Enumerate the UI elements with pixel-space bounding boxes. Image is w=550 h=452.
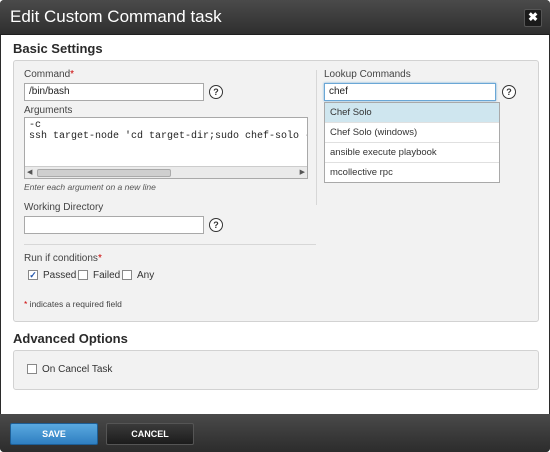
arguments-horizontal-scrollbar[interactable]: ◀ ▶ (25, 166, 307, 178)
checkmark-icon: ✓ (29, 270, 37, 280)
lookup-results-dropdown: Chef Solo Chef Solo (windows) ansible ex… (324, 102, 500, 183)
on-cancel-task-label: On Cancel Task (42, 364, 113, 375)
command-label: Command* (24, 69, 75, 80)
scroll-right-icon[interactable]: ▶ (300, 168, 305, 176)
any-label: Any (137, 270, 155, 281)
run-if-label: Run if conditions* (24, 253, 102, 264)
lookup-commands-label: Lookup Commands (324, 69, 411, 80)
on-cancel-task-checkbox[interactable] (27, 364, 37, 374)
edit-task-dialog: Edit Custom Command task ✖ Basic Setting… (0, 0, 550, 452)
arguments-label: Arguments (24, 105, 73, 116)
help-icon[interactable]: ? (209, 85, 223, 99)
lookup-query: chef (329, 86, 348, 97)
working-directory-input[interactable] (24, 216, 204, 234)
working-directory-label: Working Directory (24, 202, 104, 213)
failed-checkbox[interactable] (78, 270, 88, 280)
save-button[interactable]: SAVE (10, 423, 98, 445)
dialog-footer: SAVE CANCEL (0, 414, 550, 452)
close-icon[interactable]: ✖ (524, 9, 542, 27)
passed-label: Passed (43, 270, 77, 281)
arguments-hint: Enter each argument on a new line (24, 182, 156, 192)
dialog-title-bar: Edit Custom Command task ✖ (0, 0, 550, 35)
dialog-title: Edit Custom Command task (10, 7, 222, 26)
section-divider (24, 244, 316, 245)
advanced-options-heading: Advanced Options (13, 331, 128, 346)
passed-checkbox[interactable]: ✓ (28, 270, 38, 280)
help-icon[interactable]: ? (209, 218, 223, 232)
arguments-text: -c ssh target-node 'cd target-dir;sudo c… (29, 120, 307, 142)
required-field-note: * indicates a required field (24, 299, 122, 309)
lookup-result-item[interactable]: Chef Solo (windows) (325, 123, 499, 143)
arguments-textarea[interactable]: -c ssh target-node 'cd target-dir;sudo c… (24, 117, 308, 179)
column-divider (316, 70, 317, 205)
lookup-result-item[interactable]: Chef Solo (325, 103, 499, 123)
help-icon[interactable]: ? (502, 85, 516, 99)
cancel-button[interactable]: CANCEL (106, 423, 194, 445)
lookup-commands-input[interactable]: chef (324, 83, 496, 101)
failed-label: Failed (93, 270, 121, 281)
command-input[interactable]: /bin/bash (24, 83, 204, 101)
any-checkbox[interactable] (122, 270, 132, 280)
lookup-result-item[interactable]: mcollective rpc (325, 163, 499, 182)
scrollbar-thumb[interactable] (37, 169, 171, 177)
lookup-result-item[interactable]: ansible execute playbook (325, 143, 499, 163)
basic-settings-heading: Basic Settings (13, 41, 103, 56)
scroll-left-icon[interactable]: ◀ (27, 168, 32, 176)
